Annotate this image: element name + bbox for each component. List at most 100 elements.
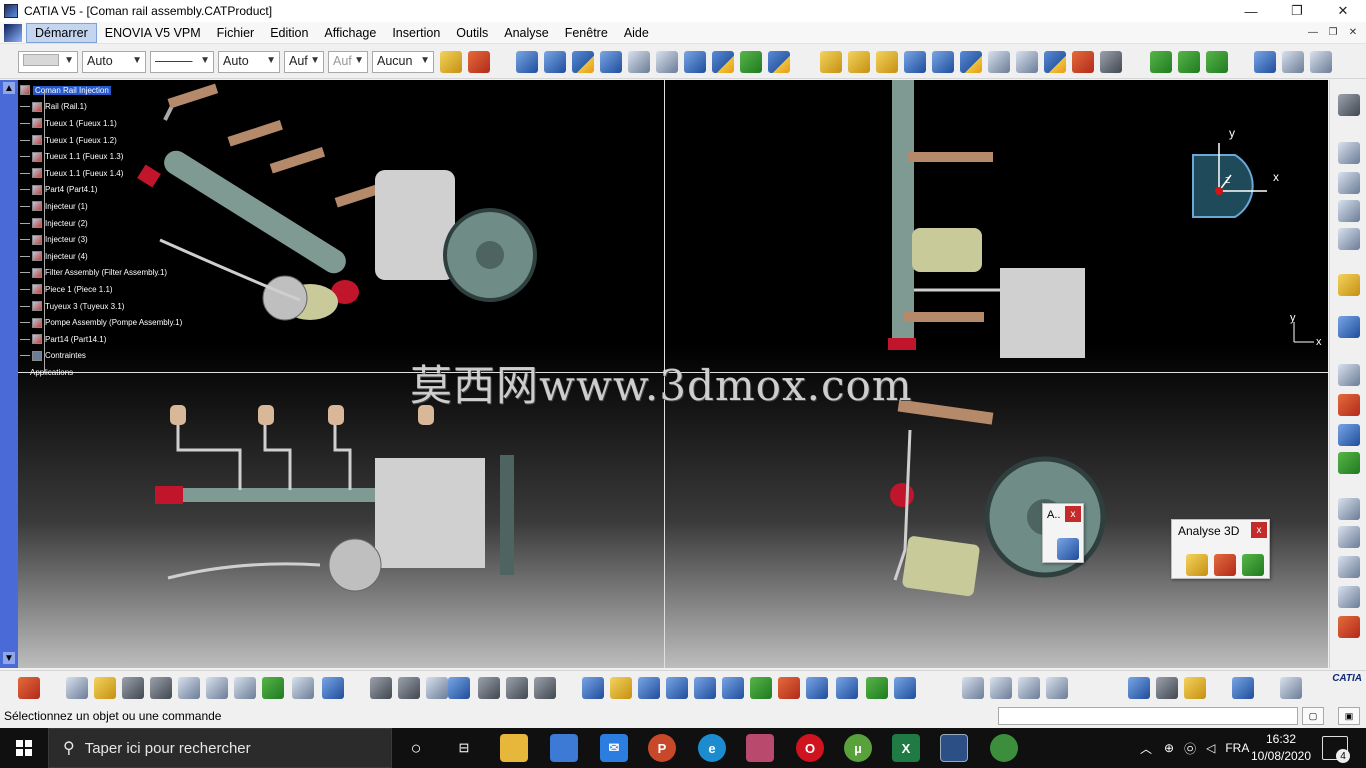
- iso-view-icon[interactable]: [806, 677, 828, 699]
- measure-between-icon[interactable]: [1310, 51, 1332, 73]
- thickness-combo[interactable]: Auto ▼: [218, 51, 280, 73]
- tree-node[interactable]: Rail (Rail.1): [20, 99, 220, 116]
- chrome-icon[interactable]: [990, 734, 1018, 762]
- fast-instantiation-icon[interactable]: [740, 51, 762, 73]
- zoom-out-icon[interactable]: [722, 677, 744, 699]
- taskbar-search-box[interactable]: ⚲ Taper ici pour rechercher: [48, 728, 392, 768]
- angle-constraint-icon[interactable]: [1044, 51, 1066, 73]
- tree-node[interactable]: Tueux 1.1 (Fueux 1.3): [20, 148, 220, 165]
- cortana-icon[interactable]: ○: [402, 734, 430, 762]
- small-palette-close-button[interactable]: x: [1065, 506, 1081, 522]
- scroll-up-arrow-icon[interactable]: ▲: [3, 82, 15, 94]
- update-icon[interactable]: [932, 51, 954, 73]
- copy-icon[interactable]: [206, 677, 228, 699]
- fit-all-in-icon[interactable]: [610, 677, 632, 699]
- paint-icon[interactable]: [746, 734, 774, 762]
- mail-icon[interactable]: ✉: [600, 734, 628, 762]
- measure-distance-icon[interactable]: [1128, 677, 1150, 699]
- refresh-icon[interactable]: [1057, 538, 1079, 560]
- bottle-icon[interactable]: [1184, 677, 1206, 699]
- print-icon[interactable]: [150, 677, 172, 699]
- space-analysis-icon[interactable]: [1338, 142, 1360, 164]
- minimize-button[interactable]: —: [1228, 0, 1274, 22]
- graph-tree-icon[interactable]: [656, 51, 678, 73]
- file-explorer-icon[interactable]: [500, 734, 528, 762]
- sectioning-view-icon[interactable]: [1338, 172, 1360, 194]
- edge-icon[interactable]: e: [698, 734, 726, 762]
- linetype-combo[interactable]: ——— ▼: [150, 51, 214, 73]
- formula-icon[interactable]: [370, 677, 392, 699]
- color-combo[interactable]: ▼: [18, 51, 78, 73]
- catia-taskbar-icon[interactable]: [940, 734, 968, 762]
- tree-node[interactable]: Piece 1 (Piece 1.1): [20, 281, 220, 298]
- tree-node[interactable]: Injecteur (2): [20, 215, 220, 232]
- utorrent-icon[interactable]: µ: [844, 734, 872, 762]
- annotation-icon[interactable]: [1338, 498, 1360, 520]
- fix-together-icon[interactable]: [1100, 51, 1122, 73]
- gear-icon[interactable]: [1338, 94, 1360, 116]
- menu-edition[interactable]: Edition: [262, 24, 316, 42]
- tree-node[interactable]: Pompe Assembly (Pompe Assembly.1): [20, 314, 220, 331]
- constraint-edit-icon[interactable]: [962, 677, 984, 699]
- comment-icon[interactable]: [398, 677, 420, 699]
- menu-outils[interactable]: Outils: [448, 24, 496, 42]
- tree-node[interactable]: Tueux 1 (Fueux 1.2): [20, 132, 220, 149]
- tree-node[interactable]: Tueux 1.1 (Fueux 1.4): [20, 165, 220, 182]
- menu-aide[interactable]: Aide: [616, 24, 657, 42]
- offset-constraint-icon[interactable]: [1016, 51, 1038, 73]
- eraser-icon[interactable]: [1232, 677, 1254, 699]
- scenes-icon[interactable]: [1150, 51, 1172, 73]
- analyse-3d-close-button[interactable]: x: [1251, 522, 1267, 538]
- reconnect-icon[interactable]: [1018, 677, 1040, 699]
- zoom-area-icon[interactable]: [1338, 452, 1360, 474]
- rotate-icon[interactable]: [666, 677, 688, 699]
- normal-view-icon[interactable]: [750, 677, 772, 699]
- copy-format-icon[interactable]: [468, 51, 490, 73]
- small-floating-palette[interactable]: A.. x: [1042, 503, 1084, 563]
- generate-numbering-icon[interactable]: [684, 51, 706, 73]
- hide-icon[interactable]: [866, 677, 888, 699]
- transparency-combo[interactable]: Auto ▼: [82, 51, 146, 73]
- fix-component-icon[interactable]: [1072, 51, 1094, 73]
- open-folder-icon[interactable]: [94, 677, 116, 699]
- help-icon[interactable]: [322, 677, 344, 699]
- tree-node[interactable]: Injecteur (4): [20, 248, 220, 265]
- sectioning-icon[interactable]: [1214, 554, 1236, 576]
- measure-inertia-icon[interactable]: [1156, 677, 1178, 699]
- menu-analyse[interactable]: Analyse: [496, 24, 556, 42]
- menu-insertion[interactable]: Insertion: [384, 24, 448, 42]
- contact-constraint-icon[interactable]: [988, 51, 1010, 73]
- layer-combo[interactable]: Aucun ▼: [372, 51, 434, 73]
- component-icon[interactable]: [572, 51, 594, 73]
- manipulation-icon[interactable]: [820, 51, 842, 73]
- point-combo[interactable]: Auf ▼: [284, 51, 324, 73]
- new-document-icon[interactable]: [66, 677, 88, 699]
- stop-manipulate-icon[interactable]: [904, 51, 926, 73]
- status-button-1[interactable]: ▢: [1302, 707, 1324, 725]
- zoom-in-icon[interactable]: [694, 677, 716, 699]
- scroll-down-arrow-icon[interactable]: ▼: [3, 652, 15, 664]
- enhanced-scene-icon[interactable]: [1178, 51, 1200, 73]
- constraint-flip-icon[interactable]: [990, 677, 1012, 699]
- snap-icon[interactable]: [848, 51, 870, 73]
- existing-component-icon[interactable]: [600, 51, 622, 73]
- menu-affichage[interactable]: Affichage: [316, 24, 384, 42]
- tree-node[interactable]: Part14 (Part14.1): [20, 331, 220, 348]
- tree-node[interactable]: Tuyeux 3 (Tuyeux 3.1): [20, 298, 220, 315]
- measure-item-icon[interactable]: [1282, 51, 1304, 73]
- tree-node[interactable]: Contraintes: [20, 348, 220, 365]
- change-constraint-icon[interactable]: [1046, 677, 1068, 699]
- excel-icon[interactable]: X: [892, 734, 920, 762]
- menu-fenetre[interactable]: Fenêtre: [557, 24, 616, 42]
- save-icon[interactable]: [122, 677, 144, 699]
- compass-widget[interactable]: y x z: [1185, 125, 1285, 225]
- catia-menu-logo-icon[interactable]: [4, 23, 22, 42]
- network-icon[interactable]: ⊕: [1164, 741, 1174, 755]
- chevron-up-icon[interactable]: ︿: [1140, 740, 1152, 757]
- painter-icon[interactable]: [440, 51, 462, 73]
- multi-view-icon[interactable]: [778, 677, 800, 699]
- analyse-3d-palette[interactable]: Analyse 3D x: [1171, 519, 1270, 579]
- windows-start-button[interactable]: [0, 728, 48, 768]
- menu-enovia[interactable]: ENOVIA V5 VPM: [97, 24, 209, 42]
- flag-note-icon[interactable]: [1338, 556, 1360, 578]
